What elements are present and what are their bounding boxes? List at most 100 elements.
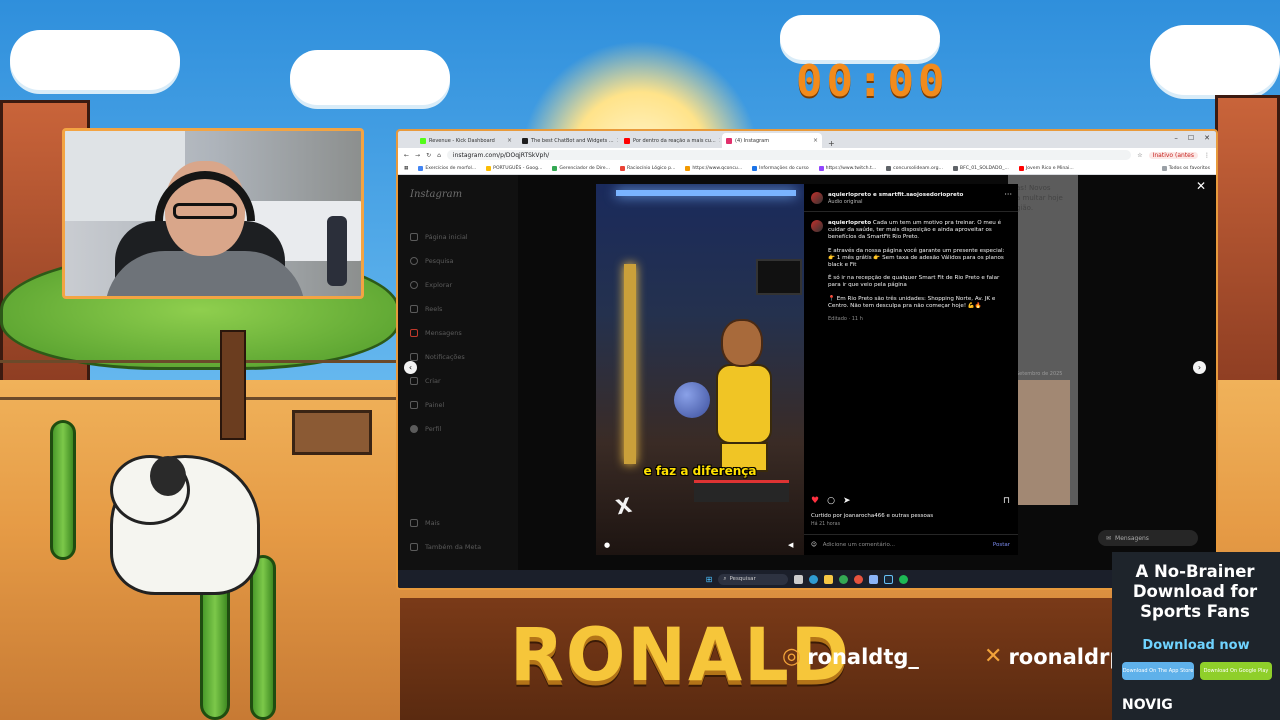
bookmark-icon — [752, 165, 758, 171]
post-comment-button[interactable]: Postar — [993, 542, 1010, 548]
close-window-icon[interactable]: ✕ — [1204, 134, 1210, 142]
steam-icon[interactable] — [884, 574, 894, 584]
nav-home[interactable]: Página inicial — [410, 225, 468, 249]
nav-notifications[interactable]: Notificações — [410, 345, 468, 369]
nav-reels[interactable]: Reels — [410, 297, 468, 321]
apps-icon[interactable]: ▦ — [404, 166, 408, 171]
taskview-icon[interactable] — [794, 574, 804, 584]
google-play-button[interactable]: Download On Google Play — [1200, 662, 1272, 680]
reel-video[interactable]: X e faz a diferença ● ◀ — [596, 184, 804, 555]
likes-summary[interactable]: Curtido por joanarocha466 e outras pesso… — [811, 513, 933, 519]
bookmark-icon — [886, 165, 892, 171]
author-avatar[interactable] — [811, 220, 823, 232]
close-tab-icon[interactable]: × — [813, 137, 818, 144]
forward-icon[interactable]: → — [415, 152, 420, 159]
tab-kick-dashboard[interactable]: Revenue - Kick Dashboard × — [416, 133, 516, 148]
chrome-icon[interactable] — [839, 574, 849, 584]
bookmark-item[interactable]: https://www.twitch.t... — [818, 165, 876, 171]
tagged-user-icon[interactable]: ● — [604, 541, 612, 549]
caption-author[interactable]: aquierlopreto — [828, 220, 871, 226]
mute-icon[interactable]: ◀ — [788, 541, 796, 549]
x-icon: ✕ — [984, 644, 1003, 669]
reel-exercise-ball — [674, 382, 710, 418]
comment-input[interactable]: Adicione um comentário... — [823, 542, 987, 548]
bookmark-item[interactable]: concursolideam.org... — [886, 165, 943, 171]
meta-icon — [410, 543, 418, 551]
post-caption: aquierlopreto Cada um tem um motivo pra … — [804, 212, 1018, 323]
overlay-bench — [292, 410, 372, 455]
spotify-icon[interactable] — [899, 574, 909, 584]
new-tab-icon[interactable]: + — [828, 139, 835, 148]
post-header-users[interactable]: aquierlopreto e smartfit.saojosedoriopre… — [828, 192, 963, 198]
nav-explore[interactable]: Explorar — [410, 273, 468, 297]
sponsor-ad[interactable]: A No-Brainer Download for Sports Fans Do… — [1112, 552, 1280, 720]
emoji-icon[interactable]: ☺ — [811, 542, 817, 548]
audio-label[interactable]: Áudio original — [828, 199, 963, 205]
comment-icon[interactable]: ○ — [827, 496, 835, 506]
close-tab-icon[interactable]: × — [507, 137, 512, 144]
bookmark-item[interactable]: BFC_01_SOLDADO_... — [952, 165, 1009, 171]
windows-start-icon[interactable]: ⊞ — [706, 575, 713, 584]
taskbar-search[interactable]: ⌕ Pesquisar — [718, 573, 789, 585]
tab-youtube[interactable]: Por dentro da reação a mais cu... × — [620, 133, 720, 148]
post-header: aquierlopreto e smartfit.saojosedoriopre… — [804, 184, 1018, 212]
caption-line: É só ir na recepção de qualquer Smart Fi… — [828, 275, 1000, 289]
nav-messages[interactable]: Mensagens — [410, 321, 468, 345]
browser-window: Revenue - Kick Dashboard × The best Chat… — [396, 129, 1218, 590]
bookmark-item[interactable]: Exercícios de morfol... — [418, 165, 476, 171]
menu-icon[interactable]: ⋮ — [1204, 152, 1210, 159]
ad-title: A No-Brainer Download for Sports Fans — [1132, 562, 1258, 621]
app-icon[interactable] — [869, 574, 879, 584]
tab-instagram[interactable]: (4) Instagram × — [722, 133, 822, 148]
address-bar[interactable]: instagram.com/p/DOqjRTSkVph/ — [446, 150, 1132, 160]
edge-icon[interactable] — [809, 574, 819, 584]
bookmark-icon — [552, 165, 558, 171]
bookmark-item[interactable]: https://www.qconcu... — [685, 165, 742, 171]
maximize-icon[interactable]: ☐ — [1188, 134, 1194, 142]
bookmark-icon[interactable]: ⊓ — [1003, 496, 1010, 506]
next-post-icon[interactable]: › — [1193, 361, 1206, 374]
reload-icon[interactable]: ↻ — [426, 152, 431, 159]
messages-pill[interactable]: ✉ Mensagens — [1098, 530, 1198, 546]
star-icon[interactable]: ☆ — [1137, 152, 1142, 159]
nav-more[interactable]: Mais — [410, 511, 481, 535]
app-icon[interactable] — [854, 574, 864, 584]
nav-dashboard[interactable]: Painel — [410, 393, 468, 417]
hamburger-icon — [410, 519, 418, 527]
author-avatar[interactable] — [811, 192, 823, 204]
nav-search[interactable]: Pesquisa — [410, 249, 468, 273]
bookmark-item[interactable]: Gerenciador de Dire... — [552, 165, 610, 171]
webcam-glasses — [173, 203, 237, 219]
previous-post-icon[interactable]: ‹ — [404, 361, 417, 374]
bookmark-item[interactable]: Jovem Rico e Minai... — [1018, 165, 1074, 171]
overlay-cloud — [1150, 25, 1280, 95]
profile-avatar-icon — [410, 425, 418, 433]
close-tab-icon[interactable]: × — [617, 137, 618, 144]
share-icon[interactable]: ➤ — [843, 496, 851, 506]
more-options-icon[interactable]: ··· — [1004, 191, 1012, 199]
nav-also-from-meta[interactable]: Também da Meta — [410, 535, 481, 559]
bookmark-icon — [952, 165, 958, 171]
minimize-icon[interactable]: – — [1174, 134, 1178, 142]
bookmark-item[interactable]: Raciocínio Lógico p... — [620, 165, 675, 171]
social-instagram: ◎ ronaldtg_ — [782, 644, 919, 669]
ad-cta[interactable]: Download now — [1112, 638, 1280, 653]
overlay-dog-ear — [150, 456, 186, 496]
home-icon[interactable]: ⌂ — [437, 152, 441, 159]
app-store-button[interactable]: Download On The App Store — [1122, 662, 1194, 680]
close-tab-icon[interactable]: × — [719, 137, 720, 144]
nav-create[interactable]: Criar — [410, 369, 468, 393]
close-modal-icon[interactable]: ✕ — [1196, 179, 1206, 193]
profile-status-badge[interactable]: Inativo (antes — [1148, 151, 1198, 159]
nav-profile[interactable]: Perfil — [410, 417, 468, 441]
tab-chatbot[interactable]: The best ChatBot and Widgets ... × — [518, 133, 618, 148]
like-heart-icon[interactable]: ♥ — [811, 496, 819, 506]
plus-square-icon — [410, 377, 418, 385]
back-icon[interactable]: ← — [404, 152, 409, 159]
bookmark-item[interactable]: PORTUGUÊS - Goog... — [486, 165, 542, 171]
bookmark-item[interactable]: Informações do curso — [752, 165, 809, 171]
feed-date: Setembro de 2025 — [1016, 371, 1063, 377]
file-explorer-icon[interactable] — [824, 574, 834, 584]
all-favorites[interactable]: Todos os favoritos — [1161, 165, 1210, 171]
youtube-icon — [624, 137, 630, 144]
